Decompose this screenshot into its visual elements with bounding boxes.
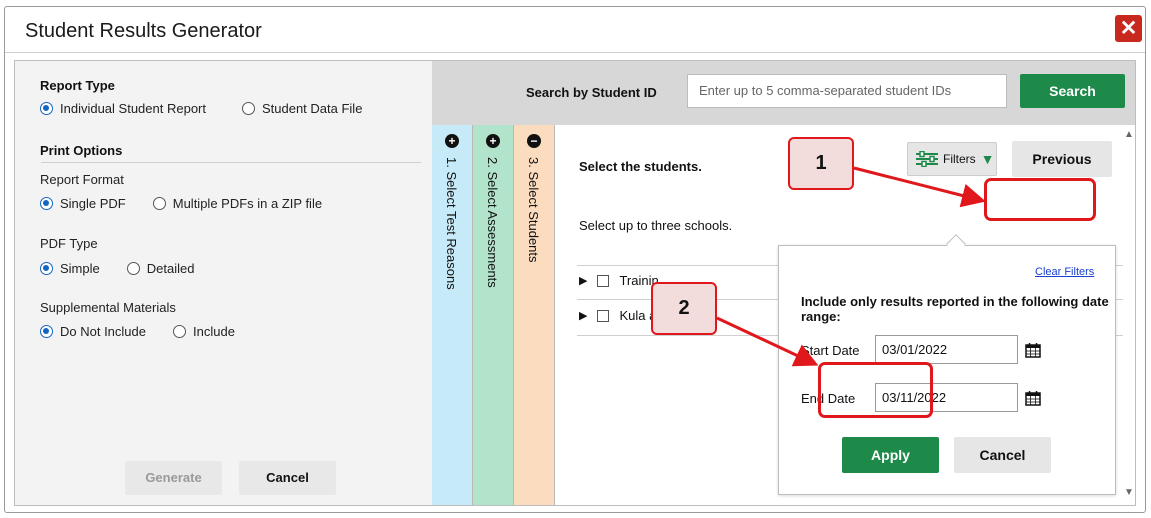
filters-button[interactable]: Filters ▼ [907, 142, 997, 176]
radio-selected-icon [40, 325, 53, 338]
callout-2: 2 [651, 282, 717, 335]
dialog-titlebar: Student Results Generator ✕ [5, 7, 1145, 53]
chevron-up-icon[interactable]: ▲ [1124, 129, 1134, 140]
options-panel: Report Type Individual Student Report St… [15, 61, 432, 505]
caret-down-icon: ▼ [980, 151, 995, 167]
pdf-type-label: PDF Type [40, 236, 98, 251]
search-label: Search by Student ID [526, 85, 657, 100]
step-label: 3. Select Students [526, 157, 541, 263]
select-students-heading: Select the students. [579, 159, 702, 174]
start-date-input[interactable]: 03/01/2022 [875, 335, 1018, 364]
plus-circle-icon: + [486, 134, 500, 148]
step-tab-assessments[interactable]: + 2. Select Assessments [473, 125, 514, 505]
select-schools-text: Select up to three schools. [579, 218, 733, 233]
dialog-title: Student Results Generator [25, 20, 262, 42]
school-checkbox[interactable] [597, 309, 610, 322]
radio-selected-icon [40, 102, 53, 115]
sliders-icon [916, 151, 938, 167]
expand-triangle-icon[interactable]: ▶ [579, 274, 587, 287]
calendar-icon[interactable] [1025, 342, 1041, 358]
callout-1: 1 [788, 137, 854, 190]
radio-do-not-include[interactable]: Do Not Include [40, 324, 146, 339]
search-bar: Search by Student ID Enter up to 5 comma… [432, 61, 1135, 125]
report-type-group: Individual Student Report Student Data F… [40, 101, 362, 116]
cancel-button[interactable]: Cancel [239, 461, 336, 495]
minus-circle-icon: − [527, 134, 541, 148]
step-label: 1. Select Test Reasons [444, 157, 459, 290]
filters-label: Filters [943, 152, 976, 166]
date-range-description: Include only results reported in the fol… [801, 294, 1109, 324]
apply-highlight [818, 362, 933, 418]
radio-detailed[interactable]: Detailed [126, 261, 194, 276]
close-icon[interactable]: ✕ [1115, 15, 1142, 42]
radio-simple[interactable]: Simple [40, 261, 100, 276]
radio-student-data-file[interactable]: Student Data File [241, 101, 362, 116]
radio-single-pdf[interactable]: Single PDF [40, 196, 126, 211]
radio-selected-icon [40, 197, 53, 210]
calendar-icon[interactable] [1025, 390, 1041, 406]
expand-triangle-icon[interactable]: ▶ [579, 309, 587, 322]
apply-button[interactable]: Apply [842, 437, 939, 473]
report-format-group: Single PDF Multiple PDFs in a ZIP file [40, 196, 322, 211]
supplemental-group: Do Not Include Include [40, 324, 235, 339]
divider [41, 162, 421, 163]
supplemental-label: Supplemental Materials [40, 300, 176, 315]
radio-include[interactable]: Include [173, 324, 235, 339]
search-button[interactable]: Search [1020, 74, 1125, 108]
start-date-label: Start Date [801, 343, 860, 358]
dialog-body: Report Type Individual Student Report St… [14, 60, 1136, 506]
previous-button[interactable]: Previous [1012, 141, 1112, 177]
dialog-window: Student Results Generator ✕ Report Type … [4, 6, 1146, 513]
popover-cancel-button[interactable]: Cancel [954, 437, 1051, 473]
report-format-label: Report Format [40, 172, 124, 187]
school-row[interactable]: ▶ Kula a [579, 308, 656, 323]
popover-arrow [946, 234, 966, 254]
step-label: 2. Select Assessments [485, 157, 500, 288]
radio-unselected-icon [126, 262, 140, 275]
radio-unselected-icon [152, 197, 166, 210]
student-id-search-input[interactable]: Enter up to 5 comma-separated student ID… [687, 74, 1007, 108]
step-tab-test-reasons[interactable]: + 1. Select Test Reasons [432, 125, 473, 505]
scrollbar[interactable]: ▲ ▼ [1123, 125, 1135, 505]
radio-selected-icon [40, 262, 53, 275]
pdf-type-group: Simple Detailed [40, 261, 194, 276]
radio-multiple-pdfs[interactable]: Multiple PDFs in a ZIP file [152, 196, 322, 211]
radio-individual-student-report[interactable]: Individual Student Report [40, 101, 206, 116]
generate-button[interactable]: Generate [125, 461, 222, 495]
plus-circle-icon: + [445, 134, 459, 148]
radio-unselected-icon [241, 102, 255, 115]
clear-filters-highlight [984, 178, 1096, 221]
radio-unselected-icon [173, 325, 186, 338]
report-type-heading: Report Type [40, 78, 115, 93]
chevron-down-icon[interactable]: ▼ [1124, 487, 1134, 498]
clear-filters-link[interactable]: Clear Filters [1035, 266, 1094, 278]
step-tab-students[interactable]: − 3. Select Students [514, 125, 555, 505]
print-options-heading: Print Options [40, 143, 123, 158]
school-checkbox[interactable] [597, 274, 610, 287]
school-row[interactable]: ▶ Trainin [579, 273, 659, 288]
